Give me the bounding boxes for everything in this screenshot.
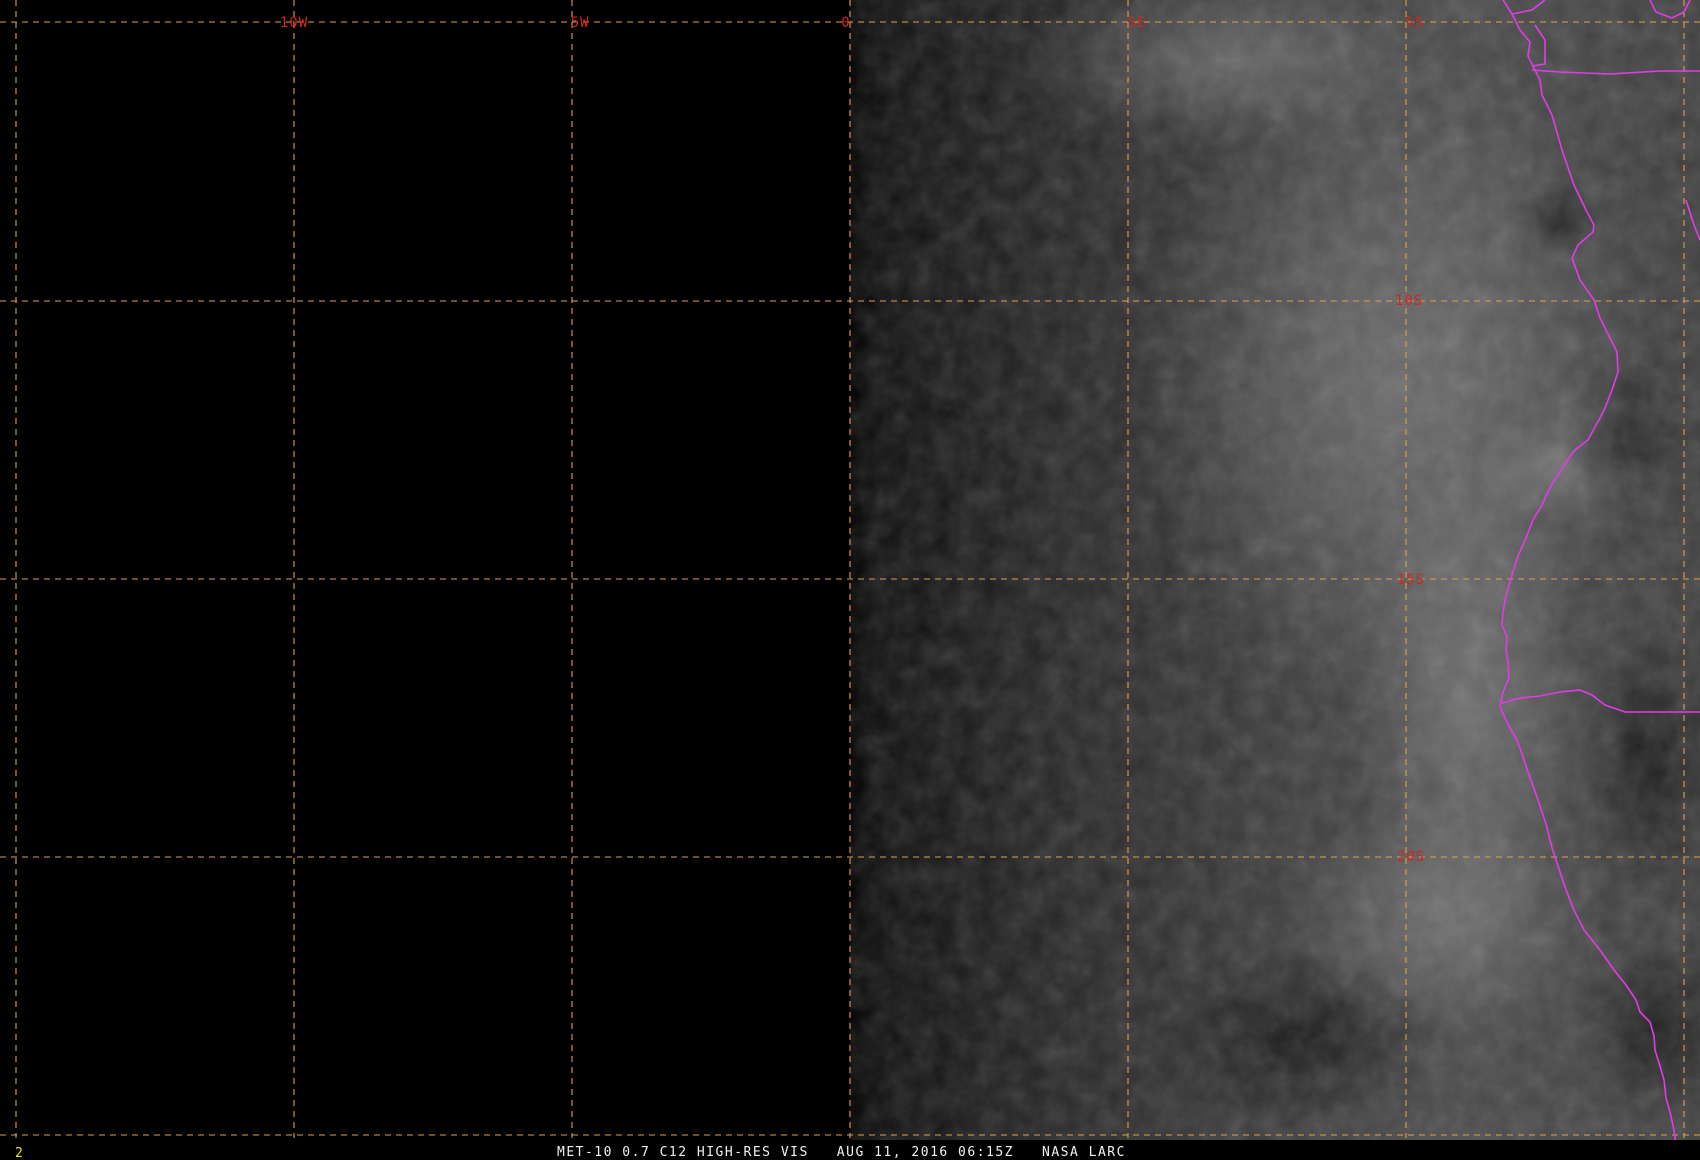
latitude-label: 15S xyxy=(1397,572,1425,588)
latitude-label: 20S xyxy=(1397,849,1425,865)
frame-number: 2 xyxy=(15,1146,23,1160)
longitude-label: 5W xyxy=(571,15,590,31)
cloud-texture xyxy=(850,0,1700,1140)
latitude-label: 5S xyxy=(1406,15,1425,31)
longitude-label: 5E xyxy=(1128,15,1147,31)
satellite-map: 10W 5W 0 5E 5S 10S 15S 20S 2 MET-10 0.7 … xyxy=(0,0,1700,1160)
longitude-label: 10W xyxy=(280,15,308,31)
image-caption: MET-10 0.7 C12 HIGH-RES VIS AUG 11, 2016… xyxy=(557,1145,1126,1160)
latitude-label: 10S xyxy=(1395,293,1423,309)
longitude-label: 0 xyxy=(841,15,850,31)
